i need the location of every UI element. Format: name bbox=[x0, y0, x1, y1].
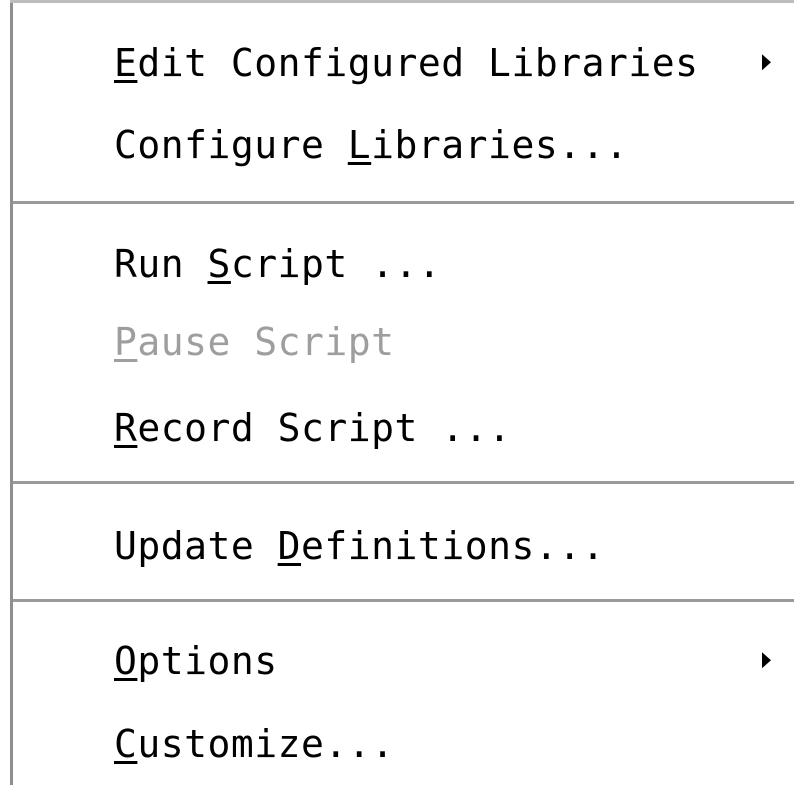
menu-item-label: Run Script ... bbox=[114, 242, 442, 286]
menu-item-run-script[interactable]: Run Script ... bbox=[13, 229, 794, 299]
submenu-arrow-icon bbox=[762, 54, 771, 71]
menu-top-border bbox=[10, 0, 794, 3]
mnemonic-key: O bbox=[114, 639, 138, 683]
submenu-arrow-icon bbox=[762, 652, 771, 669]
menu-item-configure-libraries[interactable]: Configure Libraries... bbox=[13, 110, 794, 180]
menu-item-label: Edit Configured Libraries bbox=[114, 41, 699, 85]
menu-item-edit-configured-libraries[interactable]: Edit Configured Libraries bbox=[13, 28, 794, 98]
menu-separator bbox=[13, 599, 794, 602]
mnemonic-key: D bbox=[277, 524, 302, 568]
menu-item-pause-script: Pause Script bbox=[13, 307, 794, 377]
mnemonic-key: R bbox=[114, 406, 138, 450]
menu-item-label: Record Script ... bbox=[114, 406, 512, 450]
menu-item-label: Pause Script bbox=[114, 320, 395, 364]
menu-item-options[interactable]: Options bbox=[13, 626, 794, 696]
mnemonic-key: L bbox=[347, 123, 372, 167]
menu-item-customize[interactable]: Customize... bbox=[13, 709, 794, 779]
mnemonic-key: C bbox=[114, 722, 138, 766]
mnemonic-key: S bbox=[207, 242, 231, 286]
mnemonic-key: P bbox=[114, 320, 138, 364]
menu-separator bbox=[13, 481, 794, 484]
menu-item-label: Update Definitions... bbox=[114, 524, 605, 568]
menu-item-update-definitions[interactable]: Update Definitions... bbox=[13, 511, 794, 581]
mnemonic-key: E bbox=[114, 41, 138, 85]
menu-item-record-script[interactable]: Record Script ... bbox=[13, 393, 794, 463]
menu-item-label: Customize... bbox=[114, 722, 395, 766]
menu-item-label: Options bbox=[114, 639, 278, 683]
menu-item-label: Configure Libraries... bbox=[114, 123, 629, 167]
context-menu: Edit Configured Libraries Configure Libr… bbox=[0, 0, 794, 785]
menu-separator bbox=[13, 201, 794, 204]
